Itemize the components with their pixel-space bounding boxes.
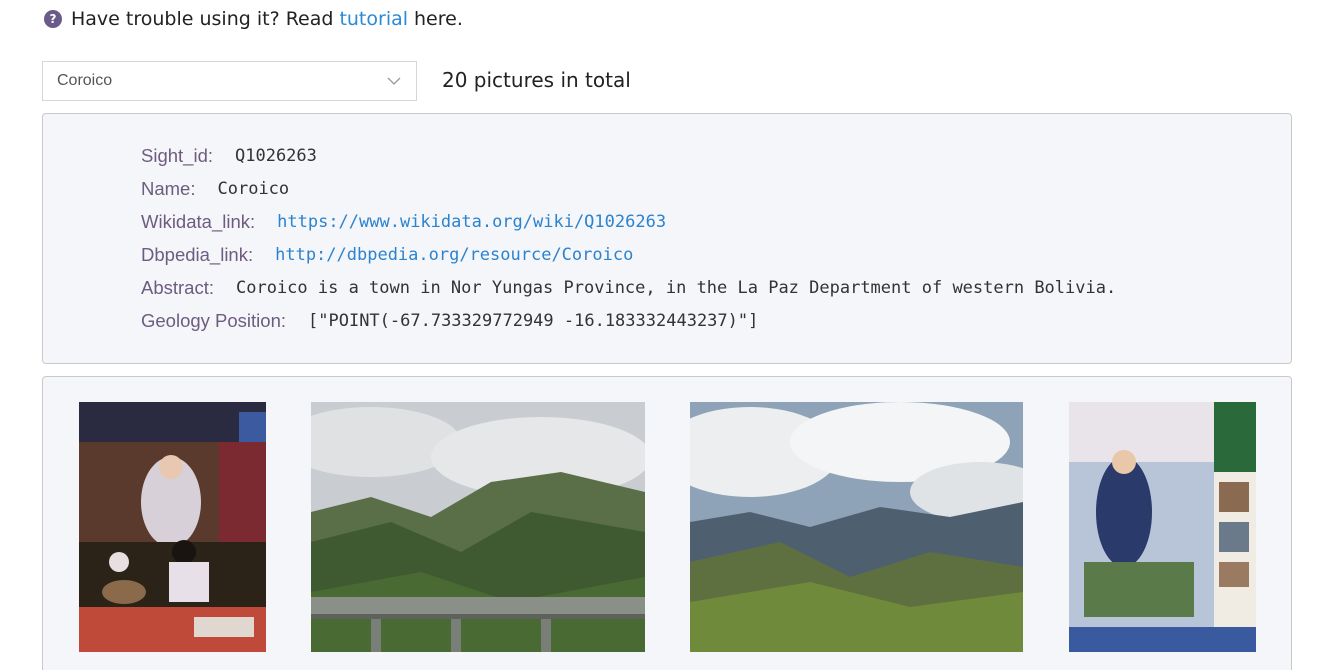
dbpedia-row: Dbpedia_link: http://dbpedia.org/resourc… xyxy=(141,242,633,268)
chevron-down-icon xyxy=(387,77,401,85)
pictures-total: 20 pictures in total xyxy=(442,68,631,92)
wikidata-label: Wikidata_link: xyxy=(141,211,256,232)
question-circle-icon: ? xyxy=(44,10,62,28)
sight-select[interactable]: Coroico xyxy=(42,61,417,101)
geo-label: Geology Position: xyxy=(141,310,287,331)
sight-select-value: Coroico xyxy=(57,72,113,89)
abstract-value: Coroico is a town in Nor Yungas Province… xyxy=(236,278,1117,298)
gallery-photo-4[interactable] xyxy=(1069,402,1256,652)
wikidata-link[interactable]: https://www.wikidata.org/wiki/Q1026263 xyxy=(277,212,666,232)
abstract-row: Abstract: Coroico is a town in Nor Yunga… xyxy=(141,275,1116,301)
name-value: Coroico xyxy=(217,179,290,199)
sight-id-label: Sight_id: xyxy=(141,145,213,166)
name-row: Name: Coroico xyxy=(141,176,289,202)
help-prefix-text: Have trouble using it? Read xyxy=(71,8,334,30)
sight-info-card: Sight_id: Q1026263 Name: Coroico Wikidat… xyxy=(42,113,1292,364)
geo-value: ["POINT(-67.733329772949 -16.18333244323… xyxy=(308,311,759,331)
gallery-photo-1[interactable] xyxy=(79,402,266,652)
geo-row: Geology Position: ["POINT(-67.7333297729… xyxy=(141,308,758,334)
gallery-photo-2[interactable] xyxy=(311,402,645,652)
dbpedia-label: Dbpedia_link: xyxy=(141,244,254,265)
abstract-label: Abstract: xyxy=(141,277,214,298)
photo-gallery xyxy=(42,376,1292,670)
tutorial-link[interactable]: tutorial xyxy=(339,8,408,30)
sight-id-row: Sight_id: Q1026263 xyxy=(141,143,317,169)
help-suffix-text: here. xyxy=(414,8,463,30)
name-label: Name: xyxy=(141,178,196,199)
gallery-photo-3[interactable] xyxy=(690,402,1023,652)
dbpedia-link[interactable]: http://dbpedia.org/resource/Coroico xyxy=(275,245,633,265)
help-banner: ? Have trouble using it? Read tutorial h… xyxy=(44,6,463,32)
sight-id-value: Q1026263 xyxy=(235,146,317,166)
wikidata-row: Wikidata_link: https://www.wikidata.org/… xyxy=(141,209,666,235)
